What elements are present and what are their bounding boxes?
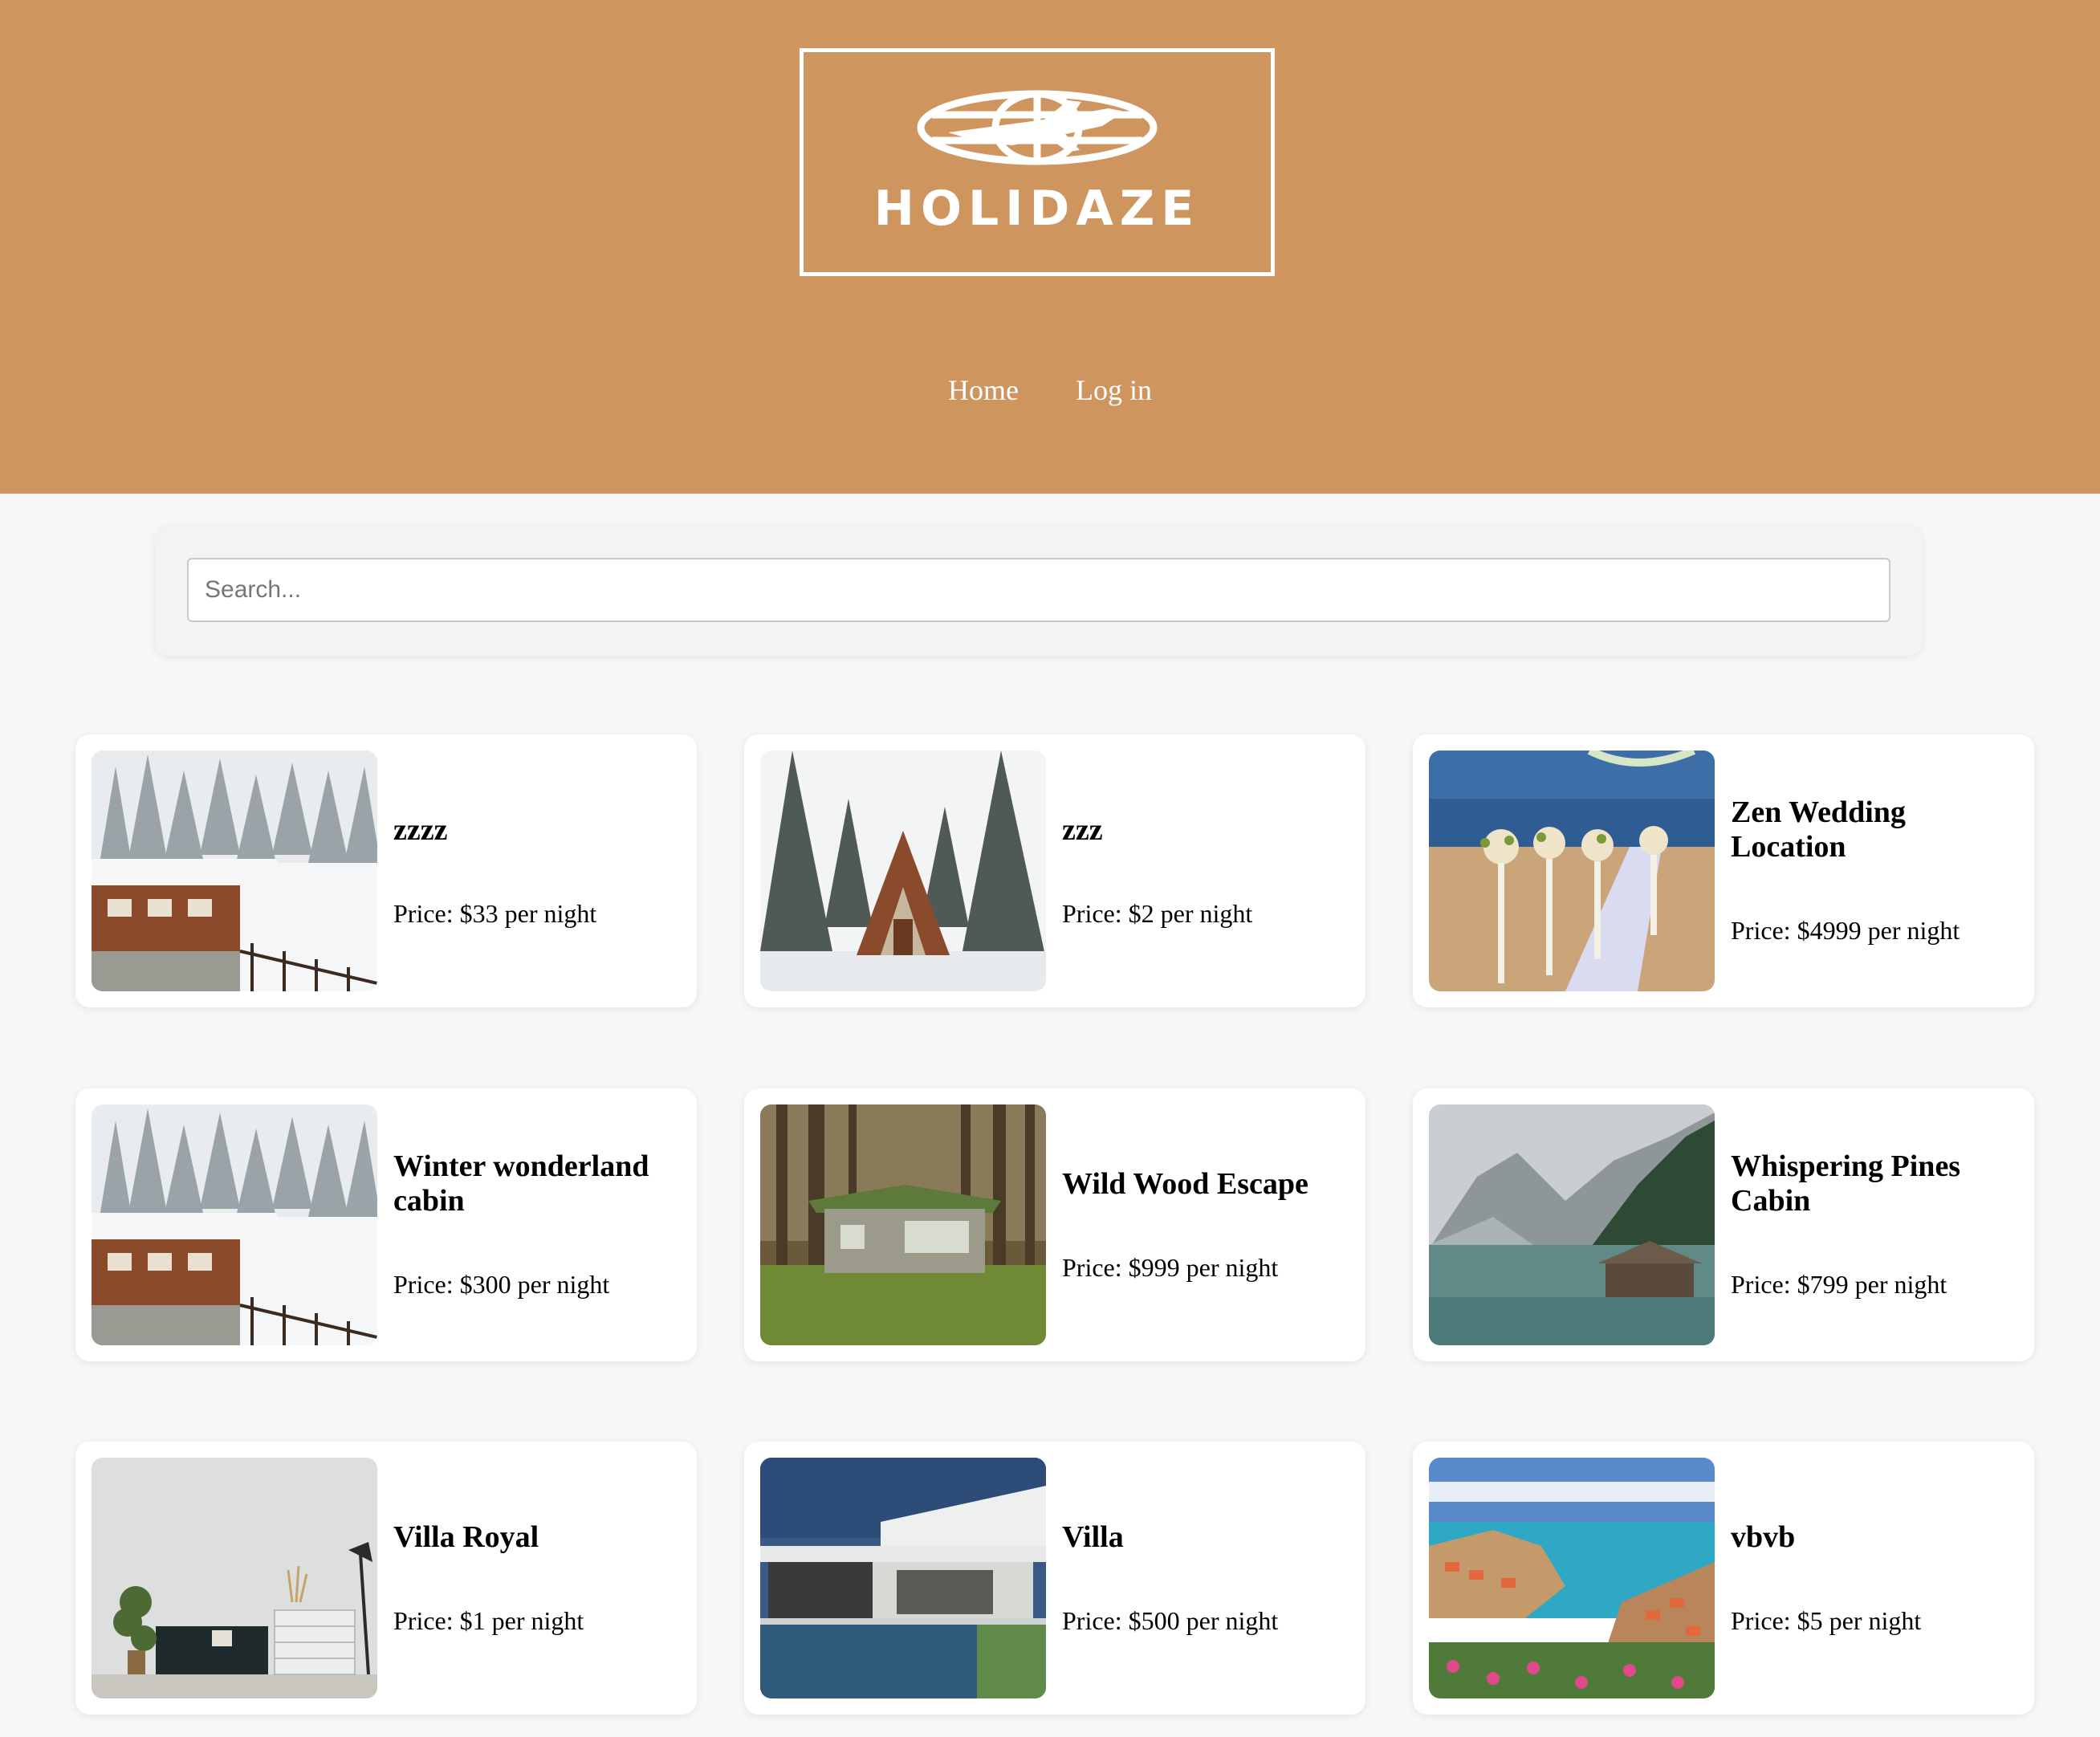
venue-image-coastal-town bbox=[1429, 1458, 1715, 1698]
venue-image-beach-wedding bbox=[1429, 751, 1715, 991]
venue-title[interactable]: Villa bbox=[1062, 1520, 1351, 1555]
venue-title[interactable]: zzz bbox=[1062, 813, 1351, 848]
venue-price: Price: $1 per night bbox=[393, 1605, 584, 1635]
venue-image-interior-room bbox=[92, 1458, 377, 1698]
venue-card-vbvb[interactable]: vbvb Price: $5 per night bbox=[1413, 1442, 2034, 1715]
venue-card-info: zzz Price: $2 per night bbox=[1062, 734, 1351, 1007]
venue-price: Price: $2 per night bbox=[1062, 898, 1253, 928]
venue-price: Price: $500 per night bbox=[1062, 1605, 1279, 1635]
venue-image-snowy-chalet bbox=[92, 1104, 377, 1345]
venue-card-info: Wild Wood Escape Price: $999 per night bbox=[1062, 1088, 1351, 1361]
site-header: HOLIDAZE Home Log in bbox=[0, 0, 2100, 494]
globe-plane-icon bbox=[917, 90, 1158, 165]
main-nav: Home Log in bbox=[0, 373, 2100, 413]
venue-title[interactable]: Villa Royal bbox=[393, 1520, 682, 1555]
venue-card-info: Winter wonderland cabin Price: $300 per … bbox=[393, 1088, 682, 1361]
venue-title[interactable]: Whispering Pines Cabin bbox=[1731, 1149, 2020, 1218]
venue-card-zen-wedding[interactable]: Zen Wedding Location Price: $4999 per ni… bbox=[1413, 734, 2034, 1007]
venue-image-a-frame-cabin bbox=[760, 751, 1046, 991]
nav-login-link[interactable]: Log in bbox=[1076, 373, 1152, 407]
venue-card-villa-royal[interactable]: Villa Royal Price: $1 per night bbox=[75, 1442, 697, 1715]
holidaze-logo[interactable]: HOLIDAZE bbox=[800, 48, 1275, 276]
venue-image-modern-villa-pool bbox=[760, 1458, 1046, 1698]
venue-title[interactable]: Wild Wood Escape bbox=[1062, 1167, 1351, 1202]
venue-image-forest-cabin bbox=[760, 1104, 1046, 1345]
venue-price: Price: $33 per night bbox=[393, 898, 597, 928]
venue-card-wild-wood[interactable]: Wild Wood Escape Price: $999 per night bbox=[744, 1088, 1365, 1361]
venue-card-zzz[interactable]: zzz Price: $2 per night bbox=[744, 734, 1365, 1007]
venue-image-mountain-lake-cabin bbox=[1429, 1104, 1715, 1345]
venue-price: Price: $4999 per night bbox=[1731, 916, 1960, 945]
venue-card-villa[interactable]: Villa Price: $500 per night bbox=[744, 1442, 1365, 1715]
venue-price: Price: $300 per night bbox=[393, 1270, 610, 1299]
nav-home-link[interactable]: Home bbox=[948, 373, 1019, 407]
logo-brand-text: HOLIDAZE bbox=[873, 181, 1201, 237]
venue-title[interactable]: vbvb bbox=[1731, 1520, 2020, 1555]
venue-card-info: vbvb Price: $5 per night bbox=[1731, 1442, 2020, 1715]
venue-card-info: Zen Wedding Location Price: $4999 per ni… bbox=[1731, 734, 2020, 1007]
venue-card-zzzz[interactable]: zzzz Price: $33 per night bbox=[75, 734, 697, 1007]
venue-price: Price: $5 per night bbox=[1731, 1605, 1922, 1635]
venue-price: Price: $999 per night bbox=[1062, 1252, 1279, 1282]
venue-card-winter-wonderland[interactable]: Winter wonderland cabin Price: $300 per … bbox=[75, 1088, 697, 1361]
venue-card-whispering-pines[interactable]: Whispering Pines Cabin Price: $799 per n… bbox=[1413, 1088, 2034, 1361]
venue-card-info: zzzz Price: $33 per night bbox=[393, 734, 682, 1007]
venue-card-info: Whispering Pines Cabin Price: $799 per n… bbox=[1731, 1088, 2020, 1361]
search-input[interactable] bbox=[187, 558, 1890, 622]
venue-title[interactable]: Winter wonderland cabin bbox=[393, 1149, 682, 1218]
venue-title[interactable]: zzzz bbox=[393, 813, 682, 848]
venue-price: Price: $799 per night bbox=[1731, 1270, 1947, 1299]
venue-image-snowy-chalet bbox=[92, 751, 377, 991]
search-panel bbox=[155, 526, 1923, 656]
venue-title[interactable]: Zen Wedding Location bbox=[1731, 795, 2020, 864]
venue-card-info: Villa Price: $500 per night bbox=[1062, 1442, 1351, 1715]
venue-card-info: Villa Royal Price: $1 per night bbox=[393, 1442, 682, 1715]
